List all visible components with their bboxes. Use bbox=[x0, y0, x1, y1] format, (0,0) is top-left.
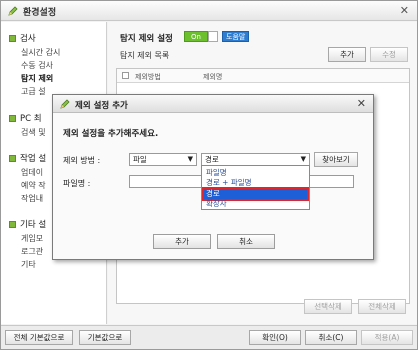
type-select-value: 경로 bbox=[205, 155, 219, 164]
sidebar-item-task-history[interactable]: 작업내 bbox=[21, 193, 43, 204]
method-select[interactable]: 파일 ▼ bbox=[129, 153, 197, 166]
sidebar-item-update[interactable]: 업데이 bbox=[21, 167, 43, 178]
chevron-down-icon: ▼ bbox=[187, 155, 193, 163]
sidebar-section-task[interactable]: 작업 설 bbox=[9, 152, 46, 164]
footer-bar: 전체 기본값으로 기본값으로 확인(O) 취소(C) 적용(A) bbox=[1, 325, 417, 349]
dropdown-option[interactable]: 경로 + 파일명 bbox=[204, 178, 307, 188]
sidebar-item-game-mode[interactable]: 게임모 bbox=[21, 233, 43, 244]
method-select-value: 파일 bbox=[133, 155, 147, 164]
window-titlebar: 환경설정 ✕ bbox=[1, 1, 417, 21]
toggle-knob[interactable] bbox=[208, 31, 218, 42]
filename-label: 파일명 : bbox=[63, 179, 91, 188]
section-marker-icon bbox=[9, 221, 16, 228]
page-title: 탐지 제외 설정 bbox=[120, 34, 173, 44]
exclusion-toggle[interactable]: On bbox=[184, 31, 208, 42]
browse-button[interactable]: 찾아보기 bbox=[314, 152, 358, 167]
method-label: 제외 방법 : bbox=[63, 156, 101, 165]
window-title: 환경설정 bbox=[23, 8, 57, 18]
dialog-message: 제외 설정을 추가해주세요. bbox=[63, 129, 159, 139]
column-method: 제외방법 bbox=[135, 73, 161, 81]
window-close-icon[interactable]: ✕ bbox=[400, 4, 409, 17]
cancel-button[interactable]: 취소(C) bbox=[305, 330, 357, 345]
sidebar-item-exclusion[interactable]: 탐지 제외 bbox=[21, 73, 53, 84]
pencil-icon bbox=[60, 99, 70, 109]
reset-all-button[interactable]: 전체 기본값으로 bbox=[5, 330, 73, 345]
table-header: 제외방법 제외명 bbox=[117, 69, 409, 83]
sidebar-item-manual-scan[interactable]: 수동 검사 bbox=[21, 60, 53, 71]
dialog-add-button[interactable]: 추가 bbox=[153, 234, 211, 249]
section-marker-icon bbox=[9, 115, 16, 122]
dialog-titlebar: 제외 설정 추가 ✕ bbox=[53, 95, 373, 113]
dropdown-option-selected[interactable]: 경로 bbox=[202, 187, 309, 201]
exclusion-list-label: 탐지 제외 목록 bbox=[120, 51, 170, 60]
apply-button[interactable]: 적용(A) bbox=[361, 330, 413, 345]
reset-default-button[interactable]: 기본값으로 bbox=[79, 330, 131, 345]
dropdown-option[interactable]: 확장자 bbox=[204, 199, 307, 209]
delete-selected-button[interactable]: 선택삭제 bbox=[304, 299, 352, 314]
ok-button[interactable]: 확인(O) bbox=[249, 330, 301, 345]
sidebar-item-realtime[interactable]: 실시간 감시 bbox=[21, 47, 60, 58]
section-marker-icon bbox=[9, 155, 16, 162]
add-exclusion-dialog: 제외 설정 추가 ✕ 제외 설정을 추가해주세요. 제외 방법 : 파일 ▼ 경… bbox=[52, 94, 374, 260]
dialog-title: 제외 설정 추가 bbox=[75, 101, 128, 111]
dialog-close-icon[interactable]: ✕ bbox=[357, 97, 366, 110]
help-button[interactable]: 도움말 bbox=[222, 31, 250, 42]
delete-all-button[interactable]: 전체삭제 bbox=[358, 299, 406, 314]
chevron-down-icon: ▼ bbox=[300, 155, 306, 163]
select-all-checkbox[interactable] bbox=[122, 72, 129, 79]
edit-button[interactable]: 수정 bbox=[370, 47, 408, 62]
settings-pencil-icon bbox=[8, 6, 18, 16]
sidebar-item-log[interactable]: 로그관 bbox=[21, 246, 43, 257]
sidebar-section-scan[interactable]: 검사 bbox=[9, 32, 36, 44]
sidebar-item-search[interactable]: 검색 및 bbox=[21, 127, 46, 138]
dropdown-option[interactable]: 파일명 bbox=[204, 168, 307, 178]
dialog-cancel-button[interactable]: 취소 bbox=[217, 234, 275, 249]
section-marker-icon bbox=[9, 35, 16, 42]
sidebar-item-other[interactable]: 기타 bbox=[21, 259, 36, 270]
sidebar-section-etc[interactable]: 기타 설 bbox=[9, 218, 46, 230]
add-button[interactable]: 추가 bbox=[328, 47, 366, 62]
type-dropdown-list: 파일명 경로 + 파일명 경로 확장자 bbox=[201, 165, 310, 210]
sidebar-item-advanced[interactable]: 고급 설 bbox=[21, 86, 46, 97]
column-name: 제외명 bbox=[203, 73, 223, 81]
sidebar-item-schedule[interactable]: 예약 작 bbox=[21, 180, 46, 191]
sidebar-section-pc[interactable]: PC 최 bbox=[9, 112, 42, 124]
